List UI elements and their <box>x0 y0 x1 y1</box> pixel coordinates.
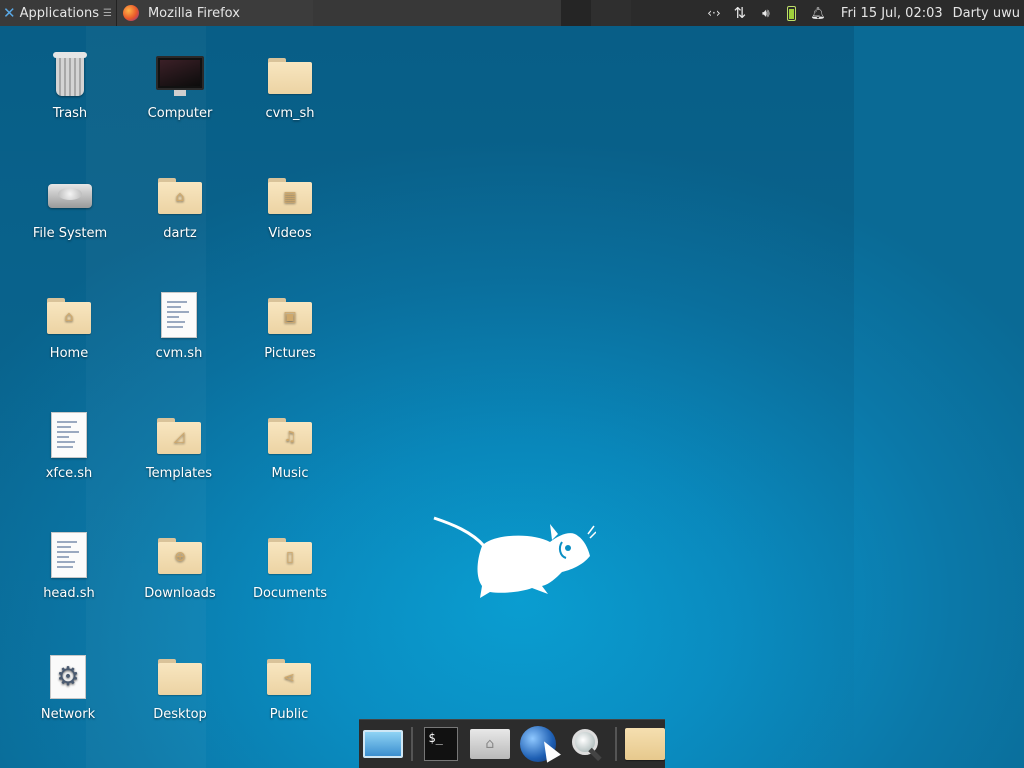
desktop-icon-cvm_sh[interactable]: cvm_sh <box>240 52 340 121</box>
icon-label: Network <box>40 707 96 722</box>
icon-label: Desktop <box>153 707 207 722</box>
desktop-icon-public[interactable]: ⋖ Public <box>239 653 339 722</box>
icon-label: xfce.sh <box>45 466 93 481</box>
desktop-icon-documents[interactable]: ▯ Documents <box>240 532 340 601</box>
volume-icon[interactable]: 🔊︎ <box>753 6 779 21</box>
icon-label: Home <box>49 346 89 361</box>
icon-label: Templates <box>145 466 213 481</box>
dock-folder[interactable] <box>624 724 665 764</box>
script-file-icon <box>51 532 87 578</box>
firefox-icon <box>122 5 139 21</box>
icon-label: Music <box>271 466 309 481</box>
show-desktop-icon <box>363 730 404 758</box>
dock: $_ ⌂ <box>359 719 665 768</box>
icon-label: Downloads <box>144 586 216 601</box>
home-folder-icon: ⌂ <box>47 298 91 334</box>
transfer-icon[interactable]: ⇅ <box>727 4 753 22</box>
icon-label: Trash <box>52 106 88 121</box>
icon-label: Documents <box>252 586 328 601</box>
dock-terminal[interactable]: $_ <box>421 724 461 764</box>
templates-folder-icon: ◿ <box>157 418 201 454</box>
desktop-icon-downloads[interactable]: ⊕ Downloads <box>130 532 230 601</box>
share-folder-icon: ⋖ <box>267 659 311 695</box>
folder-icon <box>624 728 665 760</box>
desktop-icon-cvm-sh[interactable]: cvm.sh <box>129 292 229 361</box>
desktop-icon-home[interactable]: ⌂ Home <box>19 292 119 361</box>
desktop-icon-pictures[interactable]: ▣ Pictures <box>240 292 340 361</box>
app-finder-icon <box>570 727 604 761</box>
icon-label: dartz <box>163 226 197 241</box>
bell-icon[interactable]: 🔔︎ <box>805 6 831 20</box>
desktop-icon-desktop[interactable]: Desktop <box>130 653 230 722</box>
home-folder-icon: ⌂ <box>158 178 202 214</box>
icon-label: File System <box>32 226 108 241</box>
desktop-icon-trash[interactable]: Trash <box>20 52 120 121</box>
dock-separator <box>411 727 414 761</box>
desktop-icon-templates[interactable]: ◿ Templates <box>129 412 229 481</box>
applications-menu-button[interactable]: ✕ Applications ☰ <box>0 0 116 26</box>
folder-icon <box>268 58 312 94</box>
desktop-icon-network[interactable]: ⚙ Network <box>18 653 118 722</box>
xfce-mouse-logo-icon <box>433 516 596 598</box>
menu-separator-icon: ☰ <box>103 7 112 19</box>
desktop-icon-xfce-sh[interactable]: xfce.sh <box>19 412 119 481</box>
file-manager-icon: ⌂ <box>469 729 510 759</box>
desktop-icon-head-sh[interactable]: head.sh <box>19 532 119 601</box>
network-arrows-icon[interactable]: ‹·› <box>701 6 727 20</box>
top-panel: ✕ Applications ☰ Mozilla Firefox ‹·› ⇅ 🔊… <box>0 0 1024 26</box>
system-tray: ‹·› ⇅ 🔊︎ 🔔︎ Fri 15 Jul, 02:03 Darty uwu <box>701 0 1024 26</box>
dock-file-manager[interactable]: ⌂ <box>469 724 510 764</box>
icon-label: Computer <box>147 106 213 121</box>
workspace-switcher[interactable] <box>560 0 591 26</box>
script-file-icon <box>161 292 197 338</box>
icon-label: Pictures <box>264 346 316 361</box>
icon-label: cvm.sh <box>155 346 203 361</box>
video-folder-icon: ▦ <box>268 178 312 214</box>
desktop-icon-dartz[interactable]: ⌂ dartz <box>130 172 230 241</box>
battery-icon[interactable] <box>779 5 805 21</box>
music-folder-icon: ♫ <box>268 418 312 454</box>
gear-icon: ⚙ <box>50 655 86 699</box>
applications-label: Applications <box>19 5 99 21</box>
script-file-icon <box>51 412 87 458</box>
desktop-icon-videos[interactable]: ▦ Videos <box>240 172 340 241</box>
icon-label: cvm_sh <box>265 106 315 121</box>
icon-label: Videos <box>268 226 312 241</box>
clock[interactable]: Fri 15 Jul, 02:03 <box>841 6 943 21</box>
pictures-folder-icon: ▣ <box>268 298 312 334</box>
folder-icon <box>158 659 202 695</box>
desktop-shade <box>0 26 854 768</box>
desktop-icon-file-system[interactable]: File System <box>20 172 120 241</box>
computer-icon <box>156 56 204 90</box>
dock-app-finder[interactable] <box>566 724 606 764</box>
desktop-icon-computer[interactable]: Computer <box>130 52 230 121</box>
drive-icon <box>48 184 92 208</box>
trash-icon <box>53 52 87 96</box>
desktop-icon-music[interactable]: ♫ Music <box>240 412 340 481</box>
dock-separator <box>614 727 617 761</box>
icon-label: head.sh <box>43 586 95 601</box>
taskbar-empty <box>312 0 561 26</box>
downloads-folder-icon: ⊕ <box>158 538 202 574</box>
xfce-logo-icon: ✕ <box>3 4 16 22</box>
documents-folder-icon: ▯ <box>268 538 312 574</box>
terminal-icon: $_ <box>424 727 459 761</box>
panel-spacer <box>590 0 631 26</box>
taskbar-button-firefox[interactable]: Mozilla Firefox <box>115 0 313 26</box>
taskbar-title: Mozilla Firefox <box>147 5 240 21</box>
dock-show-desktop[interactable] <box>363 724 404 764</box>
user-menu[interactable]: Darty uwu <box>953 6 1020 21</box>
icon-label: Public <box>269 707 309 722</box>
